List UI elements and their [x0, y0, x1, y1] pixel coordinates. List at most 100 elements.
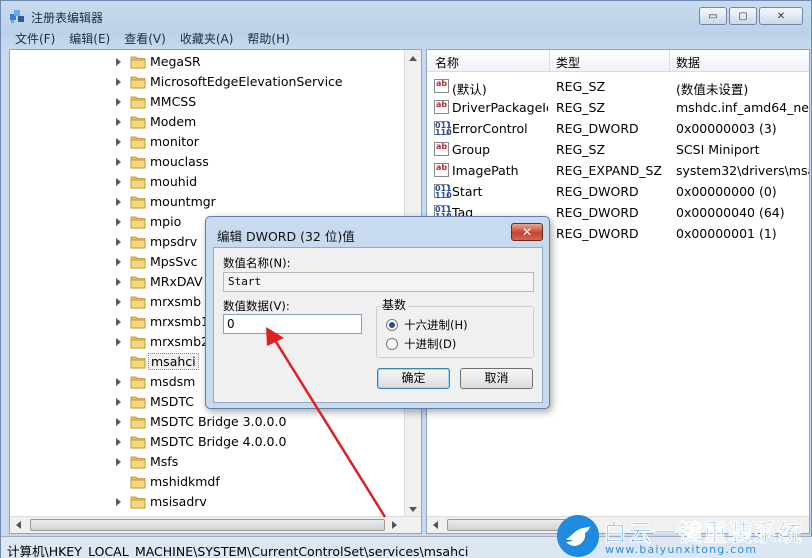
edit-dword-dialog: 编辑 DWORD (32 位)值 ✕ 数值名称(N): Start 数值数据(V… — [205, 216, 550, 409]
tree-item[interactable]: mountmgr — [10, 192, 405, 212]
registry-value-row[interactable]: ab Group REG_SZ SCSI Miniport — [427, 139, 809, 160]
value-data: 0x00000040 (64) — [676, 205, 785, 220]
close-icon: ✕ — [776, 10, 786, 22]
tree-item[interactable]: MSDTC Bridge 4.0.0.0 — [10, 432, 405, 452]
expand-arrow-icon[interactable] — [116, 338, 121, 346]
folder-icon — [130, 116, 146, 129]
expand-arrow-icon[interactable] — [116, 378, 121, 386]
expand-arrow-icon[interactable] — [116, 198, 121, 206]
expand-arrow-icon[interactable] — [116, 138, 121, 146]
tree-item[interactable]: mouclass — [10, 152, 405, 172]
menu-view[interactable]: 查看(V) — [124, 30, 166, 48]
folder-icon — [130, 416, 146, 429]
scroll-up-icon[interactable] — [409, 56, 417, 61]
base-label: 基数 — [380, 296, 409, 313]
hex-radio[interactable] — [386, 319, 398, 331]
string-value-icon: ab — [434, 100, 449, 114]
tree-item-label: mrxsmb — [150, 294, 202, 309]
value-data: SCSI Miniport — [676, 142, 760, 157]
value-name: Start — [452, 184, 483, 199]
minimize-icon: ▭ — [708, 10, 718, 22]
tree-horizontal-scrollbar[interactable] — [10, 516, 421, 533]
scroll-down-icon[interactable] — [409, 507, 417, 512]
menu-help[interactable]: 帮助(H) — [247, 30, 289, 48]
tree-item[interactable]: monitor — [10, 132, 405, 152]
value-name: (默认) — [452, 82, 487, 97]
expand-arrow-icon[interactable] — [116, 438, 121, 446]
tree-item-label: Modem — [150, 114, 197, 129]
expand-arrow-icon[interactable] — [116, 398, 121, 406]
value-type: REG_DWORD — [556, 184, 639, 199]
cancel-button[interactable]: 取消 — [460, 368, 533, 389]
folder-icon — [130, 96, 146, 109]
tree-item[interactable]: Modem — [10, 112, 405, 132]
dialog-title: 编辑 DWORD (32 位)值 — [217, 229, 355, 244]
expand-arrow-icon[interactable] — [116, 318, 121, 326]
decimal-radio-label[interactable]: 十进制(D) — [404, 336, 456, 352]
menu-edit[interactable]: 编辑(E) — [69, 30, 110, 48]
dword-value-icon: 011110 — [434, 121, 452, 137]
registry-value-row[interactable]: ab DriverPackageId REG_SZ mshdc.inf_amd64_… — [427, 97, 809, 118]
tree-item[interactable]: mshidkmdf — [10, 472, 405, 492]
menu-file[interactable]: 文件(F) — [15, 30, 55, 48]
value-type: REG_EXPAND_SZ — [556, 163, 662, 178]
expand-arrow-icon[interactable] — [116, 178, 121, 186]
value-type: REG_SZ — [556, 79, 606, 94]
tree-item-label: msdsm — [150, 374, 196, 389]
hex-radio-label[interactable]: 十六进制(H) — [404, 317, 468, 333]
scroll-left-icon[interactable] — [433, 521, 438, 529]
expand-arrow-icon[interactable] — [116, 418, 121, 426]
value-type: REG_DWORD — [556, 205, 639, 220]
list-hscroll-thumb[interactable] — [447, 519, 572, 531]
expand-arrow-icon[interactable] — [116, 98, 121, 106]
value-data: 0x00000003 (3) — [676, 121, 777, 136]
column-header-name[interactable]: 名称 — [435, 54, 459, 71]
value-data-input[interactable]: 0 — [223, 314, 362, 334]
tree-item[interactable]: Msfs — [10, 452, 405, 472]
minimize-button[interactable]: ▭ — [699, 7, 727, 25]
expand-arrow-icon[interactable] — [116, 218, 121, 226]
folder-icon — [130, 436, 146, 449]
expand-arrow-icon[interactable] — [116, 458, 121, 466]
registry-value-row[interactable]: ab ImagePath REG_EXPAND_SZ system32\driver… — [427, 160, 810, 181]
folder-icon — [130, 496, 146, 509]
expand-arrow-icon[interactable] — [116, 498, 121, 506]
scroll-left-icon[interactable] — [16, 521, 21, 529]
title-bar: 注册表编辑器 ▭ ▢ ✕ — [1, 1, 811, 31]
expand-arrow-icon[interactable] — [116, 238, 121, 246]
window-title: 注册表编辑器 — [31, 11, 104, 25]
tree-item[interactable]: mouhid — [10, 172, 405, 192]
dialog-close-button[interactable]: ✕ — [511, 223, 543, 241]
decimal-radio[interactable] — [386, 338, 398, 350]
ok-button[interactable]: 确定 — [377, 368, 450, 389]
tree-item[interactable]: MMCSS — [10, 92, 405, 112]
expand-arrow-icon[interactable] — [116, 58, 121, 66]
menu-bar: 文件(F) 编辑(E) 查看(V) 收藏夹(A) 帮助(H) — [7, 30, 290, 48]
registry-value-row[interactable]: 011 110 Start REG_DWORD 0x00000000 (0) — [427, 181, 809, 202]
tree-item[interactable]: MicrosoftEdgeElevationService — [10, 72, 405, 92]
tree-item[interactable]: MegaSR — [10, 52, 405, 72]
menu-favorites[interactable]: 收藏夹(A) — [180, 30, 234, 48]
tree-item[interactable]: MSDTC Bridge 3.0.0.0 — [10, 412, 405, 432]
tree-hscroll-thumb[interactable] — [30, 519, 385, 531]
folder-icon — [130, 276, 146, 289]
tree-item[interactable]: msisadrv — [10, 492, 405, 512]
column-header-type[interactable]: 类型 — [556, 54, 580, 71]
close-window-button[interactable]: ✕ — [759, 7, 803, 25]
expand-arrow-icon[interactable] — [116, 78, 121, 86]
expand-arrow-icon[interactable] — [116, 158, 121, 166]
tree-item-label: mshidkmdf — [150, 474, 220, 489]
close-icon: ✕ — [521, 225, 533, 239]
expand-arrow-icon[interactable] — [116, 298, 121, 306]
folder-icon — [130, 336, 146, 349]
expand-arrow-icon[interactable] — [116, 118, 121, 126]
registry-value-row[interactable]: 011 110 ErrorControl REG_DWORD 0x00000003 (3… — [427, 118, 809, 139]
expand-arrow-icon[interactable] — [116, 278, 121, 286]
scroll-right-icon[interactable] — [392, 521, 397, 529]
bird-logo-icon — [557, 515, 599, 557]
expand-arrow-icon[interactable] — [116, 258, 121, 266]
registry-value-row[interactable]: ab (默认) REG_SZ (数值未设置) — [427, 76, 809, 97]
column-header-data[interactable]: 数据 — [676, 54, 700, 71]
value-data: system32\drivers\msah — [676, 163, 810, 178]
maximize-button[interactable]: ▢ — [729, 7, 757, 25]
